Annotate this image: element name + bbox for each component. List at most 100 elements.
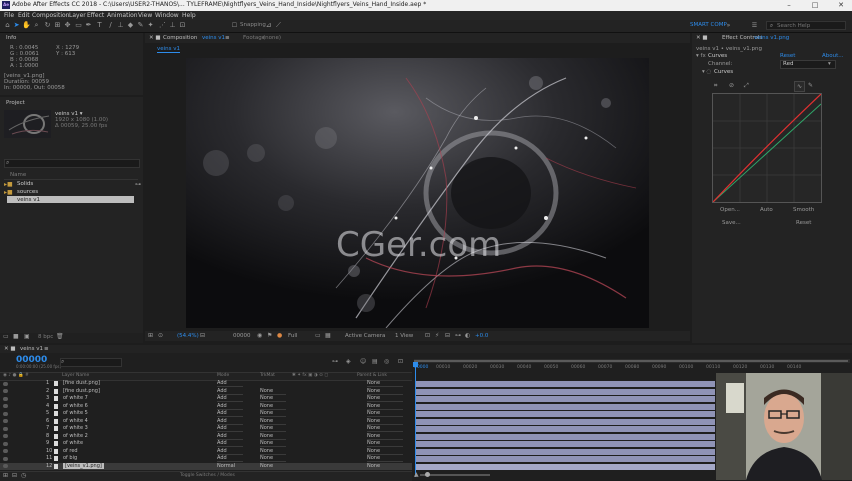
layer-duration-bar[interactable] xyxy=(416,433,715,440)
clone-stamp-tool-icon[interactable]: ⊥ xyxy=(116,21,125,30)
curves-save-button[interactable]: Save... xyxy=(722,220,741,226)
menu-animation[interactable]: Animation xyxy=(107,12,138,19)
type-tool-icon[interactable]: T xyxy=(95,21,104,30)
layer-trkmat-dropdown[interactable]: None xyxy=(260,425,286,432)
layer-parent-dropdown[interactable]: None xyxy=(367,455,403,462)
info-tab[interactable]: Info xyxy=(6,35,16,41)
effect-about-link[interactable]: About... xyxy=(822,53,844,59)
footage-tab-label[interactable]: Footage xyxy=(243,35,265,41)
layer-name[interactable]: of white 5 xyxy=(63,410,88,416)
layer-name[interactable]: of white 7 xyxy=(63,395,88,401)
layer-name[interactable]: of white 2 xyxy=(63,433,88,439)
timeline-layer-row[interactable]: 11 of big Add None None xyxy=(0,455,412,463)
eye-icon[interactable] xyxy=(3,389,8,393)
camera-tool-icon[interactable]: ⊞ xyxy=(53,21,62,30)
eye-icon[interactable] xyxy=(3,411,8,416)
roto-brush-tool-icon[interactable]: ✎ xyxy=(136,21,145,30)
shy-layers-icon[interactable]: ☺ xyxy=(360,358,366,365)
timeline-icon[interactable]: ⊟ xyxy=(445,332,450,339)
eye-icon[interactable] xyxy=(3,441,8,446)
layer-name[interactable]: [fine dust.png] xyxy=(63,380,100,386)
rectangle-tool-icon[interactable]: ▭ xyxy=(74,21,83,30)
maximize-button[interactable]: □ xyxy=(806,0,824,11)
new-comp-icon[interactable]: ▣ xyxy=(24,333,30,340)
layer-trkmat-dropdown[interactable]: None xyxy=(260,433,286,440)
eye-icon[interactable] xyxy=(3,426,8,431)
curve-expand-icon[interactable]: ⤢ xyxy=(744,82,749,90)
curve-open-icon[interactable]: ⊘ xyxy=(729,82,734,89)
reset-exposure-icon[interactable]: ◐ xyxy=(465,332,470,339)
layer-trkmat-dropdown[interactable]: None xyxy=(260,388,286,395)
show-snapshot-icon[interactable]: ⚑ xyxy=(267,332,272,339)
flowchart-icon[interactable]: ⊶ xyxy=(455,332,461,339)
world-axis-icon[interactable]: ⊥ xyxy=(168,21,177,30)
camera-select[interactable]: Active Camera xyxy=(345,333,385,339)
effect-reset-link[interactable]: Reset xyxy=(780,53,795,59)
eye-icon[interactable] xyxy=(3,449,8,453)
layer-duration-bar[interactable] xyxy=(416,418,715,425)
menu-edit[interactable]: Edit xyxy=(18,12,30,19)
roi-icon[interactable]: ▭ xyxy=(315,332,321,339)
layer-parent-dropdown[interactable]: None xyxy=(367,388,403,395)
effect-controls-layer[interactable]: veins v1.png xyxy=(754,35,789,41)
curves-expand-icon[interactable]: ▾ ◌ xyxy=(702,69,711,75)
timeline-layer-row[interactable]: 3 of white 7 Add None None xyxy=(0,395,412,403)
toggle-switches-modes[interactable]: Toggle Switches / Modes xyxy=(180,473,235,478)
layer-trkmat-dropdown[interactable]: None xyxy=(260,395,286,402)
zoom-tool-icon[interactable]: ⌕ xyxy=(32,21,41,30)
timeline-layer-row[interactable]: 4 of white 6 Add None None xyxy=(0,403,412,411)
menu-effect[interactable]: Effect xyxy=(87,12,104,19)
timeline-tab-menu-icon[interactable]: ≡ xyxy=(44,346,49,352)
eye-icon[interactable] xyxy=(3,456,8,461)
layer-mode-dropdown[interactable]: Add xyxy=(217,455,243,462)
pen-tool-icon[interactable]: ✒ xyxy=(84,21,93,30)
snap-option-icon[interactable]: ⊿ xyxy=(264,21,273,30)
selection-tool-icon[interactable]: ➤ xyxy=(12,21,21,30)
region-icon[interactable]: ⊙ xyxy=(158,332,163,339)
layer-name[interactable]: of white 6 xyxy=(63,403,88,409)
col-layer-name[interactable]: Layer Name xyxy=(62,373,89,378)
comp-timecode[interactable]: 00000 xyxy=(233,333,251,339)
menu-window[interactable]: Window xyxy=(155,12,179,19)
layer-parent-dropdown[interactable]: None xyxy=(367,403,403,410)
workspace-menu-icon[interactable]: » xyxy=(724,21,733,30)
resolution-select[interactable]: Full xyxy=(288,333,297,339)
zoom-slider[interactable] xyxy=(420,474,490,476)
new-folder-icon[interactable]: ■ xyxy=(13,333,19,340)
in-out-icon[interactable]: ◷ xyxy=(21,472,26,479)
layer-name[interactable]: [fine dust.png] xyxy=(63,388,100,394)
bpc-label[interactable]: 8 bpc xyxy=(38,334,53,340)
close-button[interactable]: ✕ xyxy=(832,0,850,11)
rotate-tool-icon[interactable]: ↻ xyxy=(43,21,52,30)
layer-parent-dropdown[interactable]: None xyxy=(367,425,403,432)
layer-name[interactable]: of white 4 xyxy=(63,418,88,424)
project-folder-solids[interactable]: Solids xyxy=(17,181,33,187)
layer-trkmat-dropdown[interactable]: None xyxy=(260,455,286,462)
layer-name[interactable]: of big xyxy=(63,455,77,461)
layer-trkmat-dropdown[interactable]: None xyxy=(260,448,286,455)
layer-duration-bar[interactable] xyxy=(416,411,715,417)
pencil-mode-icon[interactable]: ✎ xyxy=(808,82,813,89)
eye-icon[interactable] xyxy=(3,381,8,386)
flowchart-icon[interactable]: ⊶ xyxy=(135,181,141,188)
time-ruler[interactable]: 00000 00010 00020 00030 00040 00050 0006… xyxy=(414,365,850,373)
layer-trkmat-dropdown[interactable]: None xyxy=(260,463,286,470)
close-tab-icon[interactable]: ✕ ■ xyxy=(696,35,708,41)
layer-name[interactable]: of white 3 xyxy=(63,425,88,431)
layer-mode-dropdown[interactable]: Add xyxy=(217,403,243,410)
layer-parent-dropdown[interactable]: None xyxy=(367,380,403,387)
view-layout-select[interactable]: 1 View xyxy=(395,333,413,339)
menu-composition[interactable]: Composition xyxy=(32,12,69,19)
layer-parent-dropdown[interactable]: None xyxy=(367,395,403,402)
close-tab-icon[interactable]: ✕ ■ xyxy=(4,346,16,352)
curves-reset-button[interactable]: Reset xyxy=(796,220,811,226)
playhead-handle[interactable] xyxy=(413,362,418,367)
project-search-input[interactable] xyxy=(4,159,140,168)
layer-duration-bar[interactable] xyxy=(416,396,715,402)
layer-parent-dropdown[interactable]: None xyxy=(367,410,403,417)
graph-editor-icon[interactable]: ⊡ xyxy=(398,358,403,365)
curves-auto-button[interactable]: Auto xyxy=(760,207,773,213)
channel-icon[interactable]: ● xyxy=(277,332,282,339)
work-area-range[interactable] xyxy=(414,360,848,362)
snapping-checkbox[interactable]: ☐ xyxy=(230,21,239,30)
